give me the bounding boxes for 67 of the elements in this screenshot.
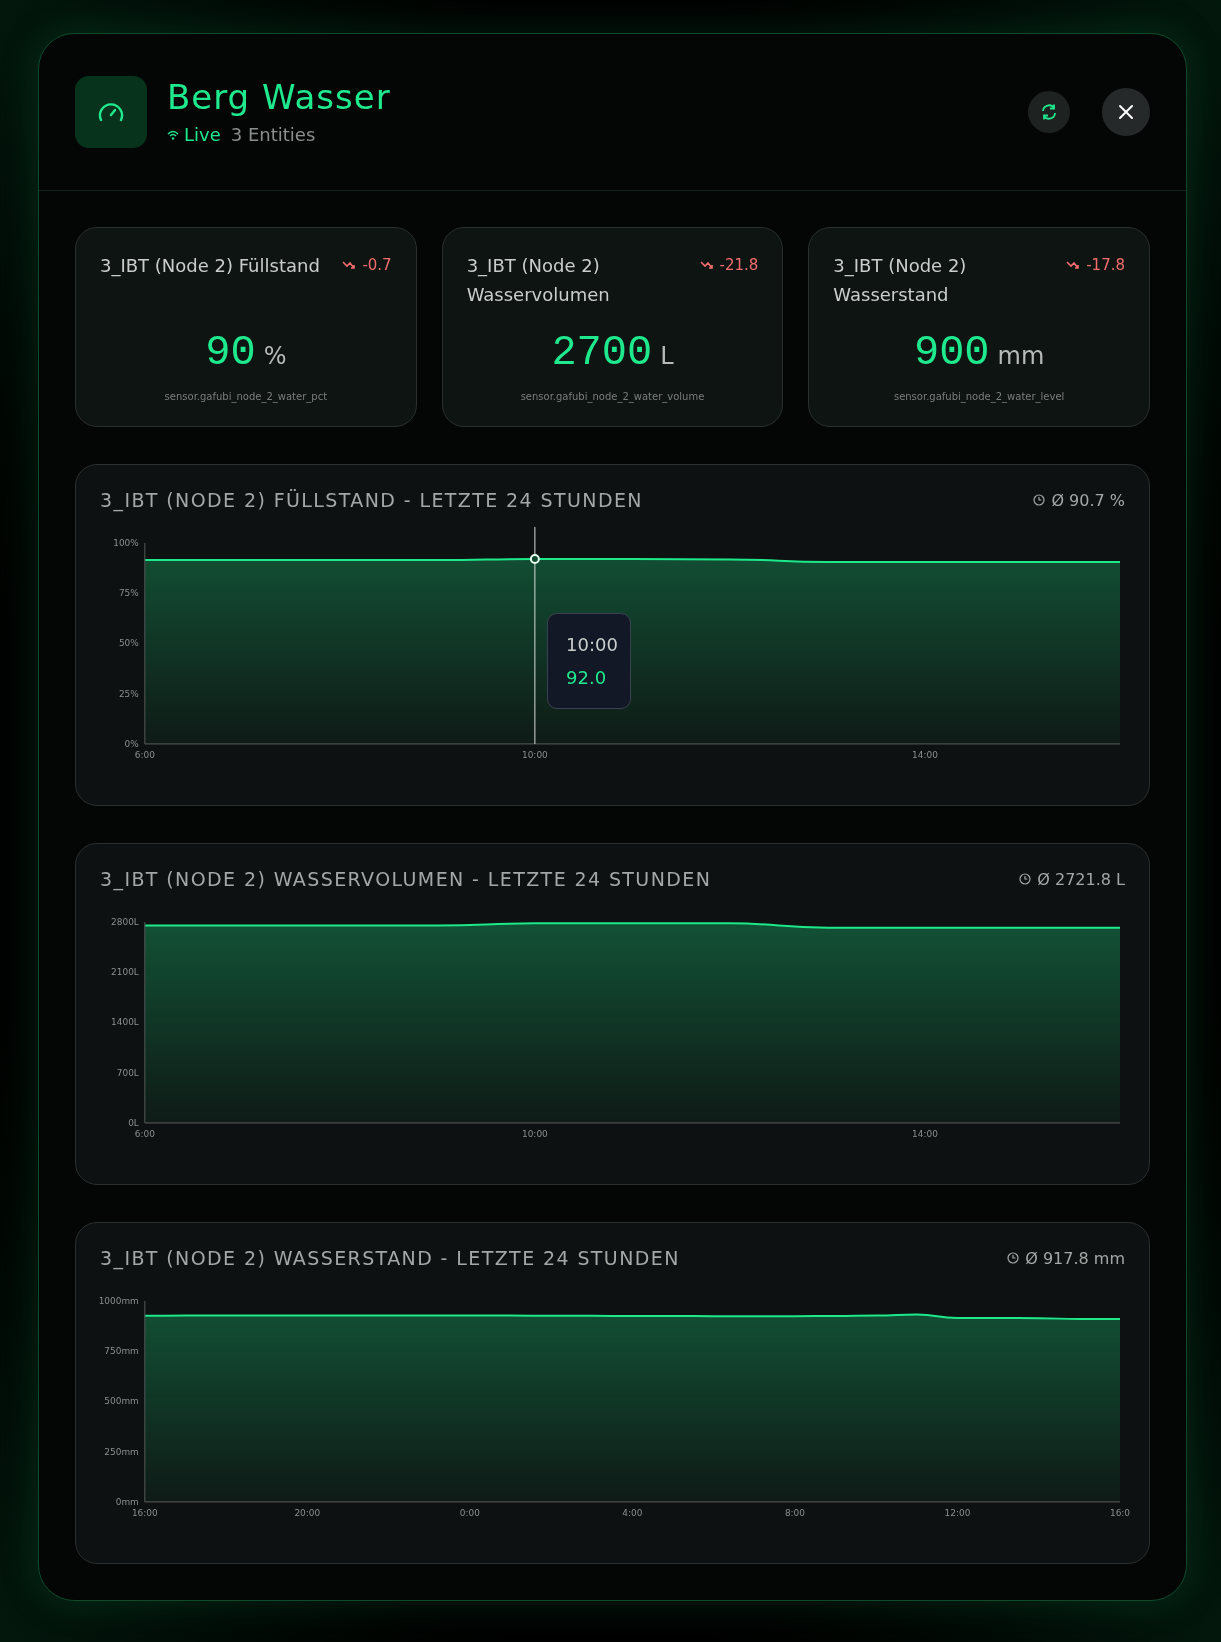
y-tick-label: 750mm [104,1346,139,1357]
y-tick-label: 25% [118,688,139,699]
x-tick-label: 6:00 [134,1128,155,1139]
y-tick-label: 700L [116,1067,139,1078]
x-tick-label: 4:00 [622,1507,643,1518]
sensor-unit: mm [997,342,1045,370]
chart-title: 3_IBT (NODE 2) WASSERSTAND - LETZTE 24 STUNDEN [100,1247,680,1269]
hover-point [529,554,540,564]
sensor-unit: % [263,342,287,370]
y-tick-label: 1000mm [98,1295,139,1306]
y-tick-label: 0L [128,1117,139,1128]
y-tick-label: 0mm [115,1496,139,1507]
tooltip-value: 92.0 [566,667,608,688]
x-tick-label: 0:00 [459,1507,480,1518]
trend-down-icon [1066,260,1081,270]
x-tick-label: 10:00 [522,749,548,760]
dialog-title: Berg Wasser [167,78,392,117]
y-tick-label: 2100L [111,967,139,978]
sensor-name: 3_IBT (Node 2) Wasservolumen [466,254,611,307]
refresh-button[interactable] [1028,91,1070,133]
y-tick-label: 100% [113,537,139,548]
tooltip-time: 10:00 [566,634,619,655]
sensor-name: 3_IBT (Node 2) Wasserstand [833,254,968,307]
clock-icon [1007,1252,1020,1264]
y-tick-label: 50% [118,638,139,649]
x-tick-label: 14:00 [912,1128,938,1139]
trend-value: -17.8 [1086,256,1125,274]
trend-value: -21.8 [719,256,759,274]
sensor-name: 3_IBT (Node 2) Füllstand [100,254,320,279]
x-tick-label: 16:0 [1109,1507,1131,1518]
trend-down-icon [699,260,714,270]
sensor-value: 90 [205,329,256,377]
gauge-icon [75,76,147,148]
entity-id: sensor.gafubi_node_2_water_pct [163,391,329,402]
average-value: Ø 2721.8 L [1037,869,1125,889]
y-tick-label: 2800L [111,916,139,927]
x-tick-label: 16:00 [131,1507,158,1518]
y-tick-label: 75% [118,588,139,599]
chart-title: 3_IBT (NODE 2) WASSERVOLUMEN - LETZTE 24 STUNDEN [100,868,712,890]
x-tick-label: 20:00 [294,1507,321,1518]
entity-id: sensor.gafubi_node_2_water_volume [519,391,706,402]
entity-id: sensor.gafubi_node_2_water_level [892,391,1066,402]
trend-value: -0.7 [362,256,392,274]
average-value: Ø 917.8 mm [1025,1248,1125,1268]
x-tick-label: 6:00 [134,749,155,760]
x-tick-label: 8:00 [784,1507,805,1518]
sensor-value: 2700 [551,329,653,377]
refresh-icon [1040,103,1058,121]
sensor-value: 900 [913,329,990,377]
chart-title: 3_IBT (NODE 2) FÜLLSTAND - LETZTE 24 STUNDEN [100,489,643,511]
entity-count: 3 Entities [230,124,316,146]
x-tick-label: 10:00 [522,1128,548,1139]
close-button[interactable] [1102,88,1150,136]
clock-icon [1033,494,1046,506]
sensor-unit: L [660,342,674,370]
y-tick-label: 1400L [111,1017,139,1028]
trend-down-icon [342,260,357,270]
average-value: Ø 90.7 % [1051,490,1125,510]
y-tick-label: 0% [124,738,139,749]
y-tick-label: 250mm [104,1446,139,1457]
x-tick-label: 12:00 [944,1507,971,1518]
clock-icon [1019,873,1032,885]
y-tick-label: 500mm [104,1396,139,1407]
live-status: Live [184,124,221,146]
wifi-icon [167,129,179,140]
x-tick-label: 14:00 [912,749,938,760]
close-icon [1118,104,1134,120]
